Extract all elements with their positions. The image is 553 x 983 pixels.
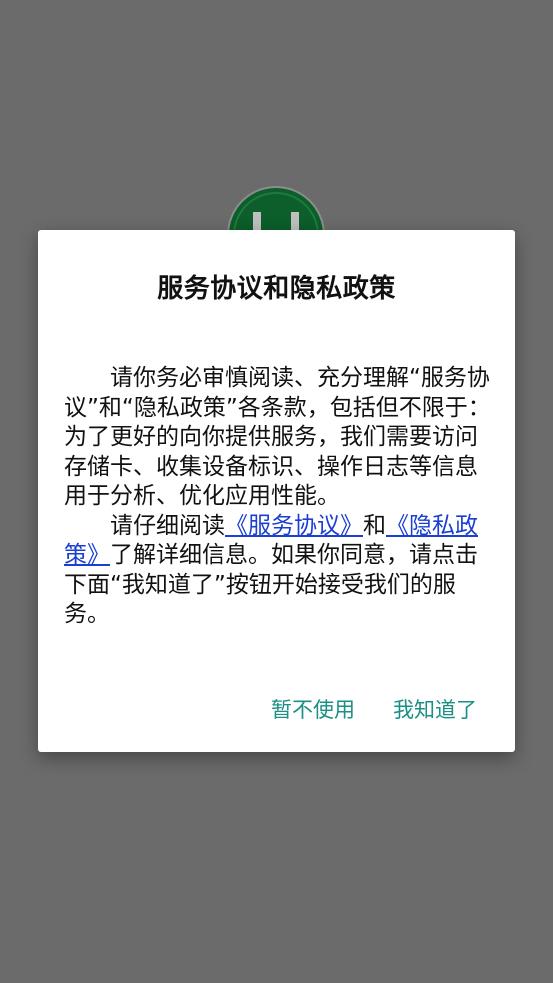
read-prefix-text: 请仔细阅读 [110,512,225,539]
read-suffix-text: 了解详细信息。如果你同意，请点击下面“我知道了”按钮开始接受我们的服务。 [64,542,478,627]
dialog-body: 请你务必审慎阅读、充分理解“服务协议”和“隐私政策”各条款，包括但不限于：为了更… [64,364,492,630]
agreement-paragraph: 请你务必审慎阅读、充分理解“服务协议”和“隐私政策”各条款，包括但不限于：为了更… [64,365,491,509]
dialog-title: 服务协议和隐私政策 [157,274,396,304]
agreement-dialog: 服务协议和隐私政策 请你务必审慎阅读、充分理解“服务协议”和“隐私政策”各条款，… [38,230,515,752]
and-text: 和 [363,512,386,539]
service-agreement-link[interactable]: 《服务协议》 [225,513,363,539]
dialog-actions: 暂不使用 我知道了 [271,694,477,724]
accept-button[interactable]: 我知道了 [393,694,477,724]
agreement-links-paragraph: 请仔细阅读《服务协议》和《隐私政策》了解详细信息。如果你同意，请点击下面“我知道… [64,512,492,630]
decline-button[interactable]: 暂不使用 [271,694,355,724]
